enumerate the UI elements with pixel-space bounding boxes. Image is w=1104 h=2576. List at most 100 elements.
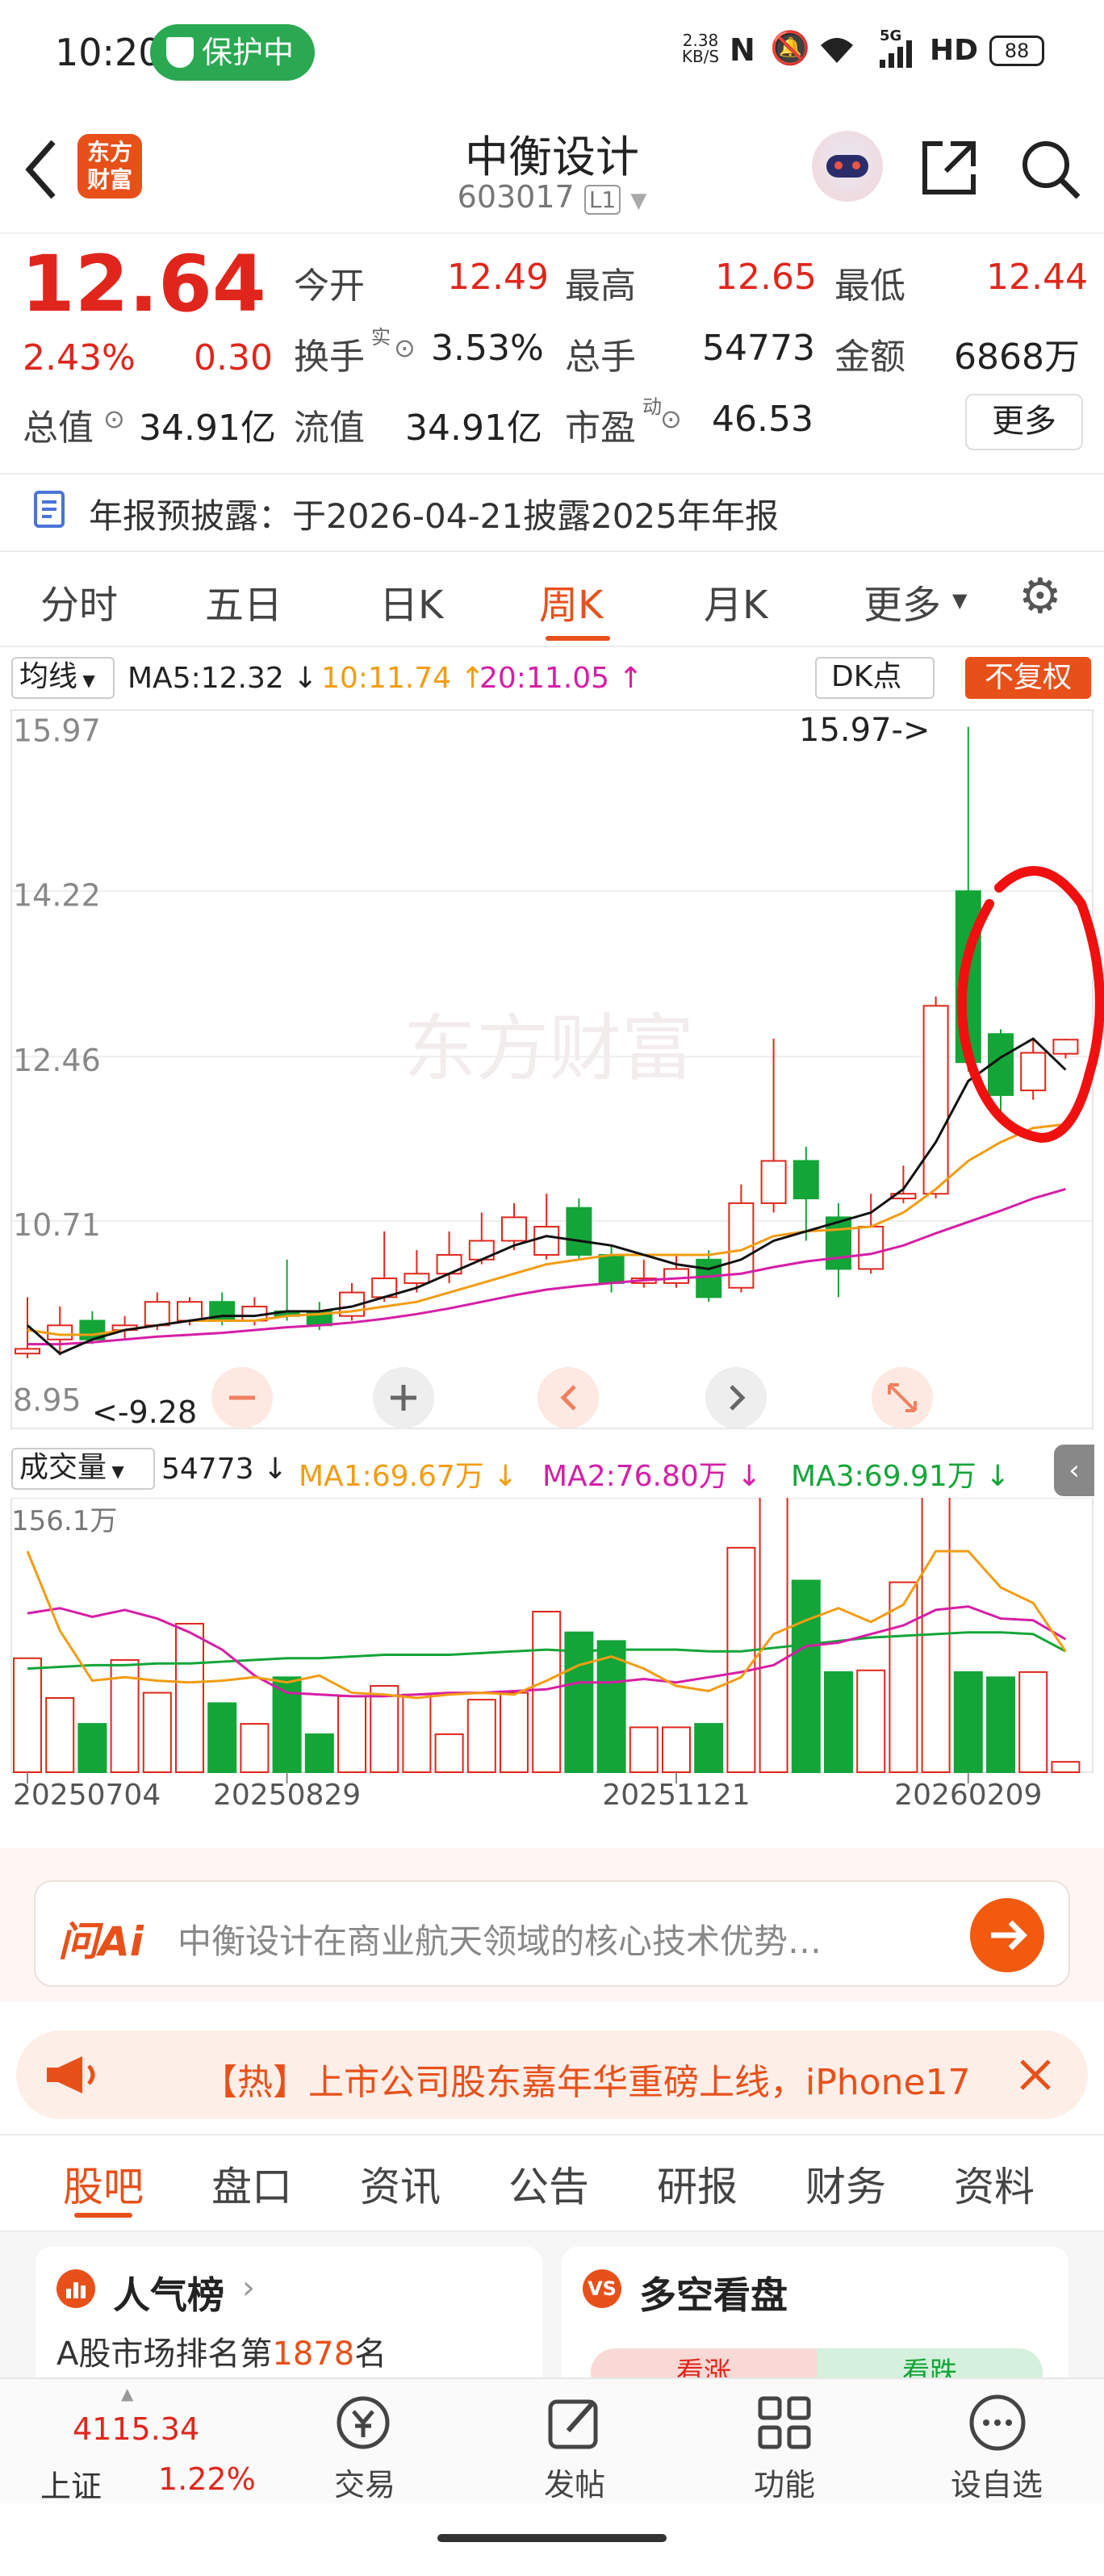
tab-daily-k[interactable]: 日K — [379, 573, 443, 629]
x-tick-label: 20260209 — [894, 1779, 1042, 1812]
x-tick-label: 20251121 — [602, 1779, 750, 1812]
volume-bar — [13, 1657, 42, 1773]
tab-monthly-k[interactable]: 月K — [704, 573, 767, 629]
candle-body — [177, 1301, 203, 1322]
change-amount: 0.30 — [194, 337, 273, 378]
tab-announcements[interactable]: 公告 — [508, 2155, 589, 2213]
chart-controls — [211, 1367, 933, 1428]
popular-card[interactable]: 人气榜 › A股市场排名第1878名 — [36, 2247, 542, 2392]
float-value: 34.91亿 — [405, 408, 542, 449]
post-label: 发帖 — [544, 2467, 606, 2503]
volume-bar — [240, 1723, 270, 1774]
tab-news[interactable]: 资讯 — [360, 2155, 441, 2213]
wifi-icon — [821, 38, 853, 63]
hand-drawn-circle — [956, 866, 1104, 1144]
chart-icon — [56, 2269, 95, 2308]
scroll-right-button[interactable] — [705, 1367, 767, 1428]
kline-chart[interactable]: 东方财富 15.97 14.22 12.46 10.71 8.95 15.97-> <-… — [0, 702, 1104, 1453]
share-icon[interactable] — [918, 137, 980, 199]
net-speed-unit: KB/S — [681, 47, 720, 66]
candle-body — [792, 1160, 819, 1200]
candle-body — [566, 1206, 592, 1256]
mute-icon: 🔕 — [770, 30, 810, 67]
change-percent: 2.43% — [23, 337, 136, 378]
signal-icon — [880, 40, 912, 68]
index-value: 4115.34 — [73, 2411, 200, 2447]
amount-value: 6868万 — [954, 337, 1080, 378]
candle-body — [663, 1268, 689, 1284]
y-tick-label: 10.71 — [13, 1207, 101, 1243]
volume-label: 总手 — [565, 337, 636, 378]
hd-label: HD — [930, 34, 979, 67]
high-value: 12.65 — [715, 257, 817, 298]
candle-body — [598, 1253, 625, 1284]
volume-select[interactable]: 成交量 ▼ — [11, 1448, 155, 1490]
info-icon[interactable]: ⊙ — [103, 404, 125, 434]
candle-body — [15, 1348, 40, 1355]
protect-badge[interactable]: 保护中 — [150, 24, 315, 81]
volume-bar — [77, 1723, 107, 1774]
ma20-value: 20:11.05 ↑ — [479, 662, 643, 695]
candle-body — [404, 1273, 430, 1284]
candle-body — [1020, 1052, 1047, 1092]
info-icon[interactable]: ⊙ — [394, 332, 416, 363]
volume-bar — [337, 1695, 366, 1773]
tab-minute[interactable]: 分时 — [40, 573, 118, 629]
volume-bar — [304, 1733, 334, 1773]
scroll-left-button[interactable] — [537, 1367, 599, 1428]
bull-bear-card[interactable]: VS 多空看盘 看涨 看跌 — [562, 2247, 1068, 2392]
pe-label: 市盈 — [565, 408, 636, 449]
fq-button[interactable]: 不复权 — [965, 657, 1091, 699]
yen-icon — [337, 2396, 390, 2449]
volume-bar — [856, 1669, 886, 1773]
ai-brand: 问Ai — [58, 1918, 144, 1965]
volume-bar — [434, 1733, 464, 1773]
y-tick-label: 15.97 — [13, 713, 101, 748]
turnover-sup: 实 — [371, 326, 391, 349]
bottom-bar: ▲ 4115.34 上证 1.22% 交易 发帖 功能 设自选 — [0, 2377, 1104, 2504]
more-dots-icon — [969, 2394, 1026, 2451]
float-label: 流值 — [294, 408, 365, 449]
stock-code: 603017 — [457, 179, 575, 215]
battery-icon: 88 — [989, 36, 1044, 66]
info-icon[interactable]: ⊙ — [660, 404, 682, 434]
tab-pankou[interactable]: 盘口 — [211, 2155, 292, 2213]
volume-bar — [791, 1579, 821, 1773]
nfc-icon: N — [730, 32, 755, 68]
tab-finance[interactable]: 财务 — [805, 2155, 886, 2213]
y-tick-label: 14.22 — [13, 877, 101, 913]
protect-label: 保护中 — [202, 35, 295, 70]
status-bar: 10:20 保护中 2.38 KB/S N 🔕 5G HD 88 — [0, 0, 1104, 105]
tab-more[interactable]: 更多 — [864, 573, 941, 629]
collapse-side-button[interactable]: ‹ — [1054, 1445, 1094, 1496]
notice-text[interactable]: 年报预披露：于2026-04-21披露2025年年报 — [89, 489, 779, 538]
ma-select[interactable]: 均线 ▼ — [11, 657, 115, 699]
shield-icon — [166, 37, 194, 68]
index-name: 上证 — [40, 2469, 102, 2504]
more-button[interactable]: 更多 — [965, 394, 1083, 450]
close-icon[interactable] — [1014, 2053, 1057, 2097]
turnover-value: 3.53% — [431, 328, 544, 369]
tab-weekly-k[interactable]: 周K — [539, 573, 603, 629]
tab-guba[interactable]: 股吧 — [63, 2155, 144, 2213]
y-tick-label: 12.46 — [13, 1043, 101, 1078]
tab-research[interactable]: 研报 — [657, 2155, 738, 2213]
ticker-text: 【热】上市公司股东嘉年华重磅上线，iPhone17 — [202, 2062, 971, 2103]
hot-ticker[interactable]: 【热】上市公司股东嘉年华重磅上线，iPhone17 — [16, 2030, 1088, 2119]
divider — [0, 646, 1104, 647]
bull-bear-title: 多空看盘 — [639, 2273, 788, 2317]
mktcap-value: 34.91亿 — [139, 408, 276, 449]
ai-send-button[interactable] — [970, 1898, 1044, 1972]
search-icon[interactable] — [1018, 137, 1083, 202]
tab-five-day[interactable]: 五日 — [205, 573, 282, 629]
volume-bar — [402, 1693, 432, 1773]
ai-question-box[interactable]: 问Ai 中衡设计在商业航天领域的核心技术优势… — [34, 1880, 1070, 1987]
volume-bar — [629, 1726, 659, 1773]
volume-bar — [1051, 1761, 1081, 1774]
dk-button[interactable]: DK点 — [815, 657, 935, 699]
tab-profile[interactable]: 资料 — [954, 2155, 1035, 2213]
ai-robot-icon[interactable] — [812, 131, 883, 202]
gear-icon[interactable]: ⚙ — [1018, 568, 1062, 625]
pe-value: 46.53 — [712, 399, 813, 440]
pe-sup: 动 — [642, 395, 662, 418]
